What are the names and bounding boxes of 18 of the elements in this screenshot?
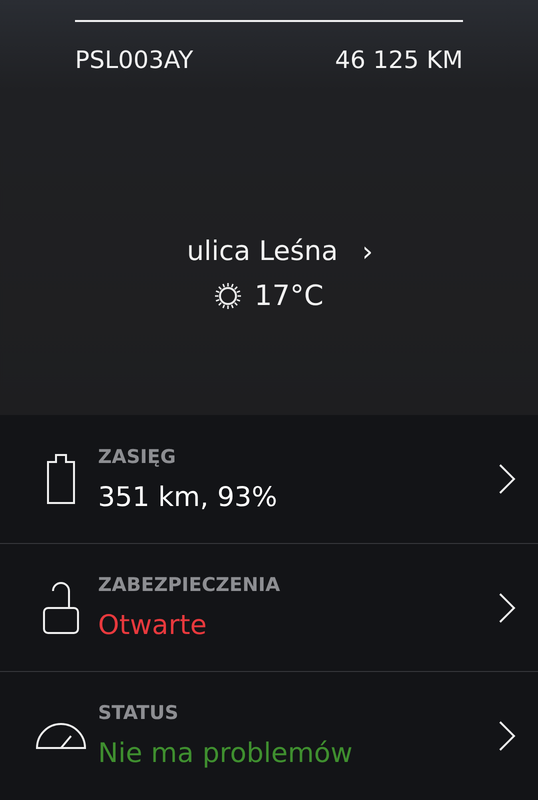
row-value: 351 km, 93% (98, 482, 278, 512)
sun-icon (214, 282, 242, 310)
chevron-icon[interactable] (498, 592, 516, 624)
row-title: ZABEZPIECZENIA (98, 574, 282, 596)
row-value: Otwarte (98, 610, 208, 641)
chevron-icon[interactable] (498, 463, 516, 495)
gauge-icon (35, 722, 87, 750)
license-plate: PSL003AY (75, 46, 194, 74)
chevron-icon[interactable] (498, 720, 516, 752)
row-title: STATUS (98, 702, 180, 724)
row-title: ZASIĘG (98, 446, 177, 468)
row-value: Nie ma problemów (98, 738, 354, 769)
chevron-icon[interactable]: › (362, 238, 374, 266)
mileage: 46 125 KM (334, 46, 463, 74)
padlock-icon (42, 580, 80, 634)
battery-icon (46, 454, 76, 504)
temperature: 17°C (254, 279, 324, 312)
location-name[interactable]: ulica Leśna (186, 236, 338, 267)
